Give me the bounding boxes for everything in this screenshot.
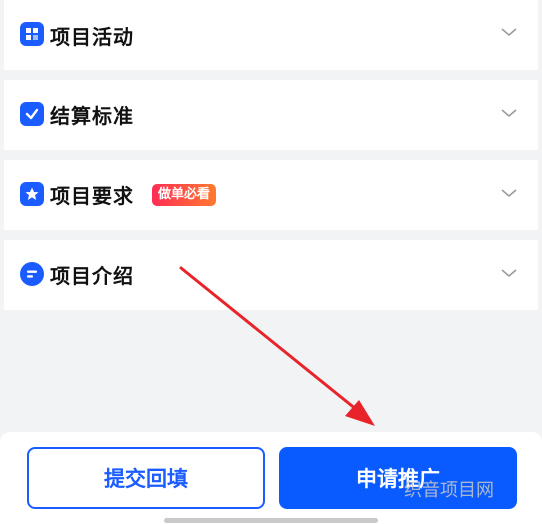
section-project-intro[interactable]: 项目介绍 (4, 240, 538, 310)
chevron-down-icon[interactable] (500, 104, 518, 122)
section-title: 项目要求 (50, 184, 134, 208)
submit-backfill-button[interactable]: 提交回填 (27, 447, 265, 509)
chevron-down-icon[interactable] (500, 264, 518, 282)
list-icon (20, 262, 44, 286)
section-settlement-standard[interactable]: 结算标准 (4, 80, 538, 150)
section-title: 项目介绍 (50, 264, 134, 288)
must-read-badge: 做单必看 (152, 184, 217, 206)
watermark: 织音项目网 (404, 480, 494, 501)
section-title: 项目活动 (50, 25, 134, 49)
chevron-down-icon[interactable] (500, 23, 518, 41)
section-title: 结算标准 (50, 104, 134, 128)
grid-icon (20, 22, 44, 46)
home-indicator (164, 518, 378, 523)
section-project-requirements[interactable]: 项目要求 做单必看 (4, 160, 538, 230)
section-project-activity[interactable]: 项目活动 (4, 0, 538, 70)
check-icon (20, 102, 44, 126)
star-icon (20, 182, 44, 206)
chevron-down-icon[interactable] (500, 184, 518, 202)
